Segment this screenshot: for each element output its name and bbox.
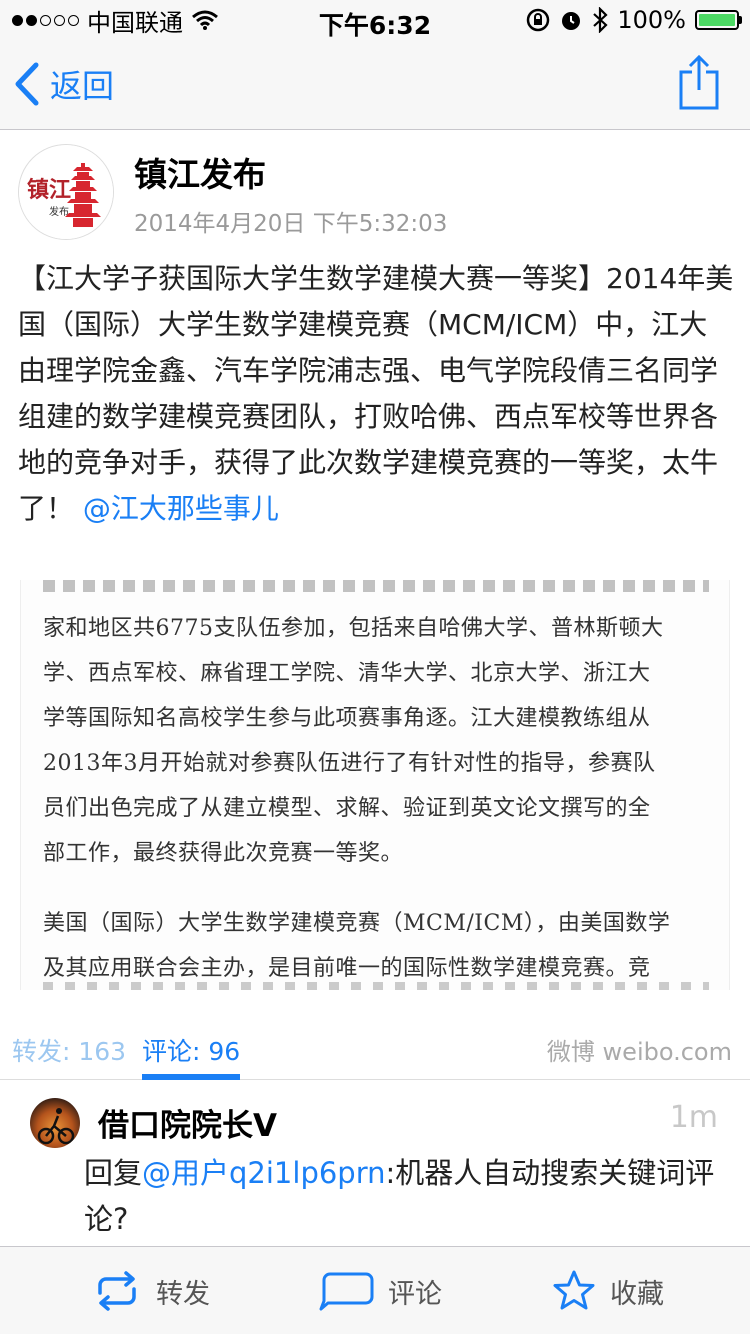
navigation-bar: 返回 — [0, 40, 750, 130]
status-bar: 中国联通 下午6:32 100% — [0, 0, 750, 40]
author-avatar[interactable]: 镇江 发布 — [18, 144, 114, 240]
image-text-line: 2013年3月开始就对参赛队伍进行了有针对性的指导，参赛队 — [43, 751, 656, 776]
back-label: 返回 — [50, 67, 115, 105]
author-name[interactable]: 镇江发布 — [134, 148, 266, 196]
post-mention-link[interactable]: @江大那些事儿 — [83, 492, 279, 525]
reply-prefix: 回复 — [84, 1156, 143, 1190]
image-text-line: 学等国际知名高校学生参与此项赛事角逐。江大建模教练组从 — [43, 706, 651, 731]
alarm-icon — [562, 12, 581, 30]
commenter-avatar[interactable] — [30, 1098, 80, 1148]
image-cut-top — [43, 580, 709, 592]
comment-label: 评论 — [388, 1278, 442, 1310]
image-text-line: 部工作，最终获得此次竞赛一等奖。 — [43, 841, 404, 866]
post-header: 镇江 发布 镇江发布 2014年4月20日 下午5:32:03 — [0, 130, 750, 250]
image-text-line: 学、西点军校、麻省理工学院、清华大学、北京大学、浙江大 — [43, 661, 651, 686]
avatar-text-1: 镇江 — [27, 177, 71, 203]
favorite-button[interactable]: 收藏 — [552, 1247, 664, 1335]
post-image[interactable]: 家和地区共6775支队伍参加，包括来自哈佛大学、普林斯顿大 学、西点军校、麻省理… — [20, 580, 730, 990]
comment-time: 1m — [669, 1100, 718, 1135]
wifi-icon — [192, 10, 218, 30]
image-cut-bottom — [43, 982, 709, 990]
stats-tab-bar: 转发: 163 评论: 96 微博 weibo.com — [0, 1020, 750, 1080]
carrier-name: 中国联通 — [87, 8, 183, 37]
comment-button[interactable]: 评论 — [318, 1247, 442, 1335]
comment-icon — [319, 1272, 374, 1311]
commenter-name[interactable]: 借口院院长V — [98, 1100, 277, 1145]
bottom-toolbar: 转发 评论 收藏 — [0, 1246, 750, 1334]
battery-icon — [695, 10, 742, 30]
image-text-line: 及其应用联合会主办，是目前唯一的国际性数学建模竞赛。竞 — [43, 956, 651, 981]
status-right: 100% — [526, 0, 742, 40]
comment-mention-link[interactable]: @用户q2i1lp6prn — [142, 1156, 385, 1190]
signal-strength-icon — [12, 14, 79, 26]
battery-percent: 100% — [617, 6, 686, 34]
bluetooth-icon — [593, 7, 608, 33]
comment-text: 回复@用户q2i1lp6prn:机器人自动搜索关键词评论? — [84, 1150, 734, 1242]
image-text-line: 家和地区共6775支队伍参加，包括来自哈佛大学、普林斯顿大 — [43, 616, 664, 641]
source-credit: 微博 weibo.com — [546, 1038, 732, 1066]
image-text-line: 员们出色完成了从建立模型、求解、验证到英文论文撰写的全 — [43, 796, 651, 821]
favorite-label: 收藏 — [610, 1278, 664, 1310]
post-timestamp: 2014年4月20日 下午5:32:03 — [134, 211, 448, 237]
tab-comments[interactable]: 评论: 96 — [142, 1032, 240, 1068]
star-icon — [553, 1270, 595, 1310]
status-left: 中国联通 — [12, 0, 219, 40]
comment-item[interactable]: 借口院院长V 1m 回复@用户q2i1lp6prn:机器人自动搜索关键词评论? — [0, 1080, 750, 1246]
post-text: 【江大学子获国际大学生数学建模大赛一等奖】2014年美国（国际）大学生数学建模竞… — [18, 256, 734, 532]
zhenjiang-logo-icon: 镇江 发布 — [19, 145, 113, 239]
repost-label: 转发 — [156, 1278, 210, 1310]
tab-reposts[interactable]: 转发: 163 — [12, 1032, 126, 1068]
cyclist-silhouette-icon — [37, 1108, 75, 1145]
share-icon[interactable] — [678, 54, 720, 110]
chevron-left-icon — [15, 62, 39, 106]
repost-button[interactable]: 转发 — [92, 1247, 210, 1335]
image-text-line: 美国（国际）大学生数学建模竞赛（MCM/ICM），由美国数学 — [43, 911, 671, 936]
repost-icon — [98, 1271, 136, 1311]
post-body: 【江大学子获国际大学生数学建模大赛一等奖】2014年美国（国际）大学生数学建模竞… — [18, 262, 734, 525]
back-button[interactable]: 返回 — [14, 60, 114, 108]
rotation-lock-icon — [527, 8, 550, 32]
